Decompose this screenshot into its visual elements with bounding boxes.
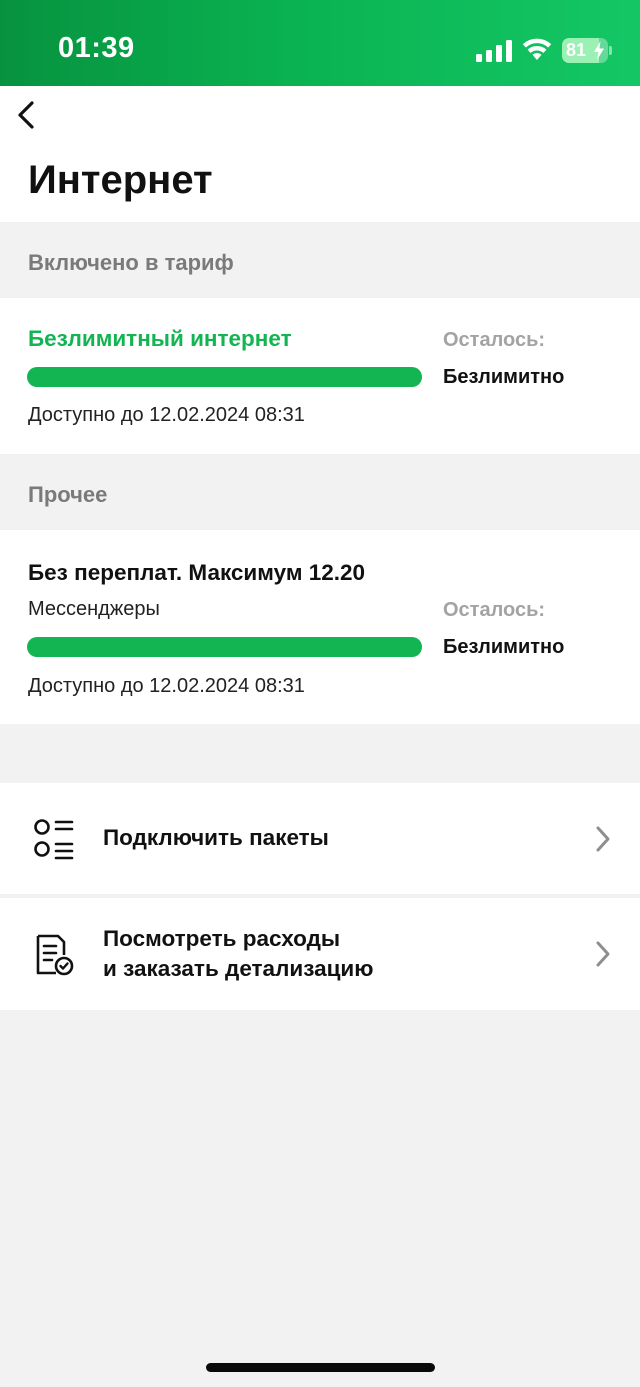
chevron-right-icon (596, 941, 610, 967)
cellular-signal-icon (476, 40, 512, 62)
expenses-label: Посмотреть расходы и заказать детализаци… (103, 924, 373, 984)
page-title: Интернет (28, 158, 213, 202)
usage-progress-bar (27, 637, 422, 657)
battery-icon: 81 (562, 38, 608, 63)
section-label: Прочее (28, 482, 108, 507)
connect-packages-button[interactable]: Подключить пакеты (0, 783, 640, 894)
home-indicator[interactable] (206, 1363, 435, 1372)
battery-cap (609, 46, 612, 55)
package-card-messengers[interactable]: Без переплат. Максимум 12.20 Мессенджеры… (0, 530, 640, 724)
usage-progress-bar (27, 367, 422, 387)
section-label: Включено в тариф (28, 250, 234, 275)
document-check-icon (36, 934, 74, 976)
package-title: Безлимитный интернет (28, 326, 292, 351)
chevron-right-icon (596, 826, 610, 852)
package-card-unlimited-internet[interactable]: Безлимитный интернет Осталось: Безлимитн… (0, 298, 640, 454)
list-options-icon (34, 819, 74, 860)
usage-progress-fill (27, 637, 422, 657)
expenses-label-line1: Посмотреть расходы (103, 926, 341, 951)
expenses-details-button[interactable]: Посмотреть расходы и заказать детализаци… (0, 898, 640, 1010)
wifi-icon (522, 38, 552, 60)
usage-progress-fill (27, 367, 422, 387)
page-header: Интернет (0, 86, 640, 222)
expenses-label-line2: и заказать детализацию (103, 956, 374, 981)
available-until: Доступно до 12.02.2024 08:31 (28, 404, 305, 426)
connect-packages-label: Подключить пакеты (103, 825, 329, 850)
charging-bolt-icon (594, 41, 604, 60)
section-header-included: Включено в тариф (0, 222, 640, 298)
status-time: 01:39 (58, 32, 135, 64)
available-until: Доступно до 12.02.2024 08:31 (28, 675, 305, 697)
remaining-label: Осталось: (443, 599, 546, 621)
package-title: Без переплат. Максимум 12.20 (28, 560, 366, 585)
package-subtitle: Мессенджеры (28, 598, 160, 620)
remaining-value: Безлимитно (443, 366, 565, 388)
remaining-value: Безлимитно (443, 636, 565, 658)
back-arrow-icon[interactable] (12, 98, 42, 132)
section-header-other: Прочее (0, 454, 640, 530)
remaining-label: Осталось: (443, 329, 546, 351)
status-bar: 01:39 81 (0, 0, 640, 86)
